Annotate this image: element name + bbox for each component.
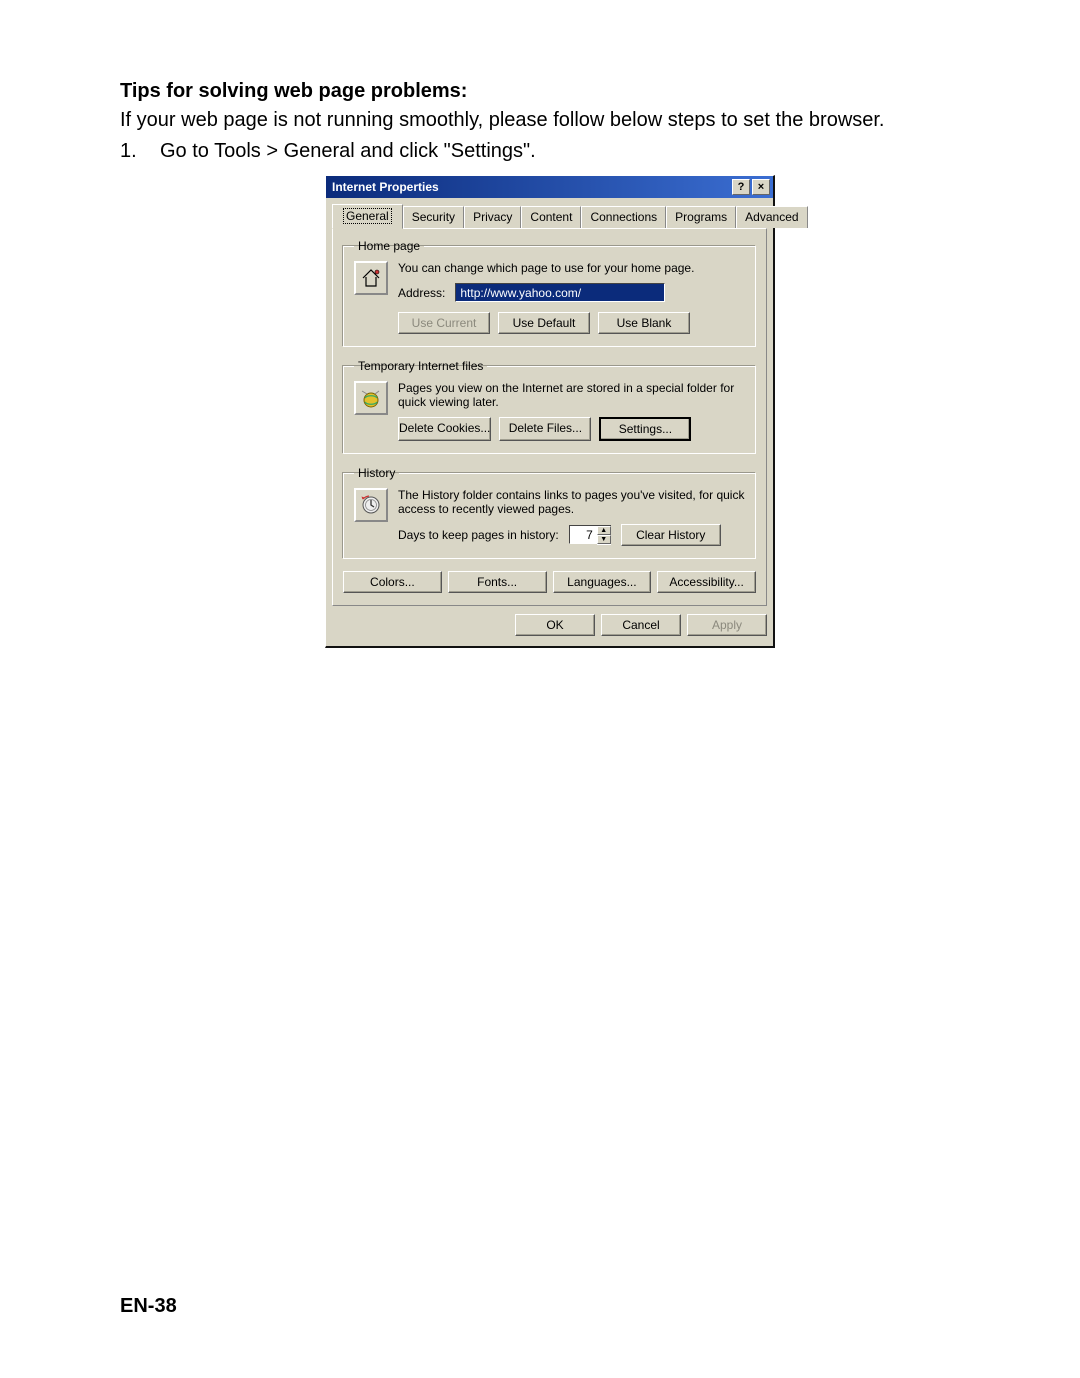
spinner-down[interactable]: ▼ bbox=[597, 535, 611, 544]
delete-files-button[interactable]: Delete Files... bbox=[499, 417, 591, 441]
step-1: 1. Go to Tools > General and click "Sett… bbox=[120, 140, 980, 163]
tab-connections[interactable]: Connections bbox=[581, 206, 666, 228]
settings-button[interactable]: Settings... bbox=[599, 417, 691, 441]
delete-cookies-button[interactable]: Delete Cookies... bbox=[398, 417, 491, 441]
internet-files-icon bbox=[354, 381, 388, 415]
use-current-button[interactable]: Use Current bbox=[398, 312, 490, 334]
use-default-button[interactable]: Use Default bbox=[498, 312, 590, 334]
tab-general[interactable]: General bbox=[332, 204, 403, 229]
tab-content[interactable]: Content bbox=[521, 206, 581, 228]
help-button[interactable]: ? bbox=[732, 179, 750, 195]
step-number: 1. bbox=[120, 140, 160, 163]
history-icon bbox=[354, 488, 388, 522]
legend-home-page: Home page bbox=[354, 239, 424, 253]
languages-button[interactable]: Languages... bbox=[553, 571, 652, 593]
legend-history: History bbox=[354, 466, 399, 480]
intro-text: If your web page is not running smoothly… bbox=[120, 109, 980, 132]
group-temp-files: Temporary Internet files Pages you view … bbox=[343, 359, 756, 454]
step-text: Go to Tools > General and click "Setting… bbox=[160, 140, 536, 163]
group-home-page: Home page You can change which page to u… bbox=[343, 239, 756, 347]
ok-button[interactable]: OK bbox=[515, 614, 595, 636]
spinner-up[interactable]: ▲ bbox=[597, 526, 611, 535]
days-spinner[interactable]: 7 ▲ ▼ bbox=[569, 525, 611, 545]
legend-temp-files: Temporary Internet files bbox=[354, 359, 487, 373]
clear-history-button[interactable]: Clear History bbox=[621, 524, 721, 546]
tab-strip: General Security Privacy Content Connect… bbox=[326, 198, 773, 228]
fonts-button[interactable]: Fonts... bbox=[448, 571, 547, 593]
home-page-desc: You can change which page to use for you… bbox=[398, 261, 745, 275]
colors-button[interactable]: Colors... bbox=[343, 571, 442, 593]
group-history: History The History folder contains link… bbox=[343, 466, 756, 559]
tab-privacy[interactable]: Privacy bbox=[464, 206, 521, 228]
address-input[interactable] bbox=[455, 283, 665, 302]
home-icon bbox=[354, 261, 388, 295]
close-button[interactable]: × bbox=[752, 179, 770, 195]
address-label: Address: bbox=[398, 286, 445, 300]
internet-properties-dialog: Internet Properties ? × General Security… bbox=[325, 175, 775, 648]
tab-advanced[interactable]: Advanced bbox=[736, 206, 807, 228]
tab-programs[interactable]: Programs bbox=[666, 206, 736, 228]
page-number: EN-38 bbox=[120, 1295, 177, 1318]
tab-security[interactable]: Security bbox=[403, 206, 464, 228]
history-desc: The History folder contains links to pag… bbox=[398, 488, 745, 516]
temp-files-desc: Pages you view on the Internet are store… bbox=[398, 381, 745, 409]
use-blank-button[interactable]: Use Blank bbox=[598, 312, 690, 334]
accessibility-button[interactable]: Accessibility... bbox=[657, 571, 756, 593]
tabpanel-general: Home page You can change which page to u… bbox=[332, 228, 767, 606]
cancel-button[interactable]: Cancel bbox=[601, 614, 681, 636]
days-value[interactable]: 7 bbox=[569, 525, 597, 544]
apply-button[interactable]: Apply bbox=[687, 614, 767, 636]
titlebar: Internet Properties ? × bbox=[326, 176, 773, 198]
days-label: Days to keep pages in history: bbox=[398, 528, 559, 542]
dialog-title: Internet Properties bbox=[332, 180, 439, 194]
tips-heading: Tips for solving web page problems: bbox=[120, 80, 980, 103]
